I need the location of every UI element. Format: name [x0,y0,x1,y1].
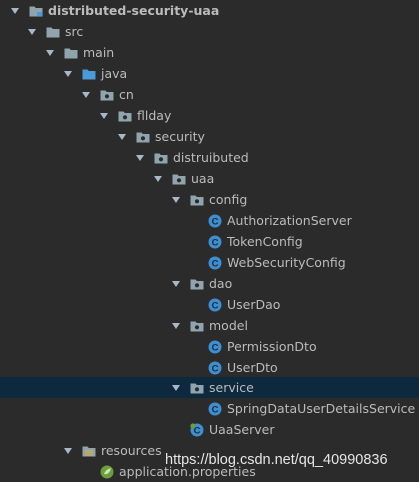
chevron-down-icon[interactable] [171,195,181,205]
class-icon: C [208,298,222,312]
tree-node-label: service [209,380,254,395]
tree-node-label: src [65,24,84,39]
tree-node-label: security [155,129,205,144]
tree-node-label: UserDto [227,360,278,375]
tree-node-label: uaa [191,171,215,186]
module-folder-icon [29,4,43,18]
folder-icon [46,25,60,39]
tree-node-java[interactable]: java [0,63,419,84]
chevron-down-icon[interactable] [27,27,37,37]
package-icon [154,151,168,165]
tree-node-main[interactable]: main [0,42,419,63]
tree-node-label: main [83,45,115,60]
tree-node-root[interactable]: distributed-security-uaa [0,0,419,21]
tree-node-security[interactable]: security [0,126,419,147]
tree-node-permission-dto[interactable]: C PermissionDto [0,336,419,357]
chevron-down-icon[interactable] [171,279,181,289]
tree-node-user-dao[interactable]: C UserDao [0,294,419,315]
chevron-down-icon[interactable] [10,6,20,16]
tree-node-label: java [101,66,128,81]
tree-node-config[interactable]: config [0,189,419,210]
tree-node-web-security-config[interactable]: C WebSecurityConfig [0,252,419,273]
tree-node-cn[interactable]: cn [0,84,419,105]
tree-node-user-dto[interactable]: C UserDto [0,357,419,378]
package-icon [100,88,114,102]
tree-node-label: UaaServer [209,422,275,437]
tree-node-label: AuthorizationServer [227,213,352,228]
tree-node-distruibuted[interactable]: distruibuted [0,147,419,168]
tree-node-label: dao [209,276,233,291]
tree-node-label: resources [101,443,162,458]
package-icon [190,319,204,333]
tree-node-label: cn [119,87,134,102]
tree-node-label: distributed-security-uaa [48,3,220,18]
chevron-down-icon[interactable] [135,153,145,163]
class-icon: C [208,361,222,375]
tree-node-token-config[interactable]: C TokenConfig [0,231,419,252]
chevron-down-icon[interactable] [81,90,91,100]
package-icon [190,193,204,207]
package-icon [190,277,204,291]
tree-node-service[interactable]: service [0,377,419,398]
chevron-down-icon[interactable] [99,111,109,121]
chevron-down-icon[interactable] [171,321,181,331]
class-icon: C [208,402,222,416]
tree-node-uaa-server[interactable]: C UaaServer [0,419,419,440]
class-icon: C [208,214,222,228]
tree-node-spring-data-user-details-service[interactable]: C SpringDataUserDetailsService [0,398,419,419]
svg-text:C: C [212,342,219,353]
tree-node-label: UserDao [227,297,281,312]
class-icon: C [208,340,222,354]
svg-text:C: C [212,237,219,248]
tree-node-label: model [209,318,248,333]
class-icon: C [208,235,222,249]
chevron-down-icon[interactable] [153,174,163,184]
package-icon [190,381,204,395]
svg-text:C: C [212,300,219,311]
svg-text:C: C [212,258,219,269]
package-icon [172,172,186,186]
tree-node-src[interactable]: src [0,21,419,42]
chevron-down-icon[interactable] [45,48,55,58]
watermark: https://blog.csdn.net/qq_40990836 [165,452,388,468]
folder-icon [64,46,78,60]
chevron-down-icon[interactable] [63,69,73,79]
svg-text:C: C [212,363,219,374]
class-icon: C [208,256,222,270]
tree-node-label: WebSecurityConfig [227,255,346,270]
chevron-down-icon[interactable] [63,446,73,456]
resources-folder-icon [82,444,96,458]
tree-node-label: TokenConfig [227,234,303,249]
svg-text:C: C [212,216,219,227]
spring-boot-class-icon: C [190,422,204,437]
tree-node-dao[interactable]: dao [0,273,419,294]
chevron-down-icon[interactable] [117,132,127,142]
package-icon [118,109,132,123]
tree-node-model[interactable]: model [0,315,419,336]
tree-node-authorization-server[interactable]: C AuthorizationServer [0,210,419,231]
project-tool-window: distributed-security-uaa src main java c… [0,0,419,482]
source-folder-icon [82,67,96,81]
tree-node-label: fllday [137,108,172,123]
tree-node-label: config [209,192,248,207]
tree-node-label: PermissionDto [227,339,317,354]
spring-properties-icon [100,465,114,479]
tree-node-label: SpringDataUserDetailsService [227,401,416,416]
tree-node-label: distruibuted [173,150,249,165]
tree-node-uaa[interactable]: uaa [0,168,419,189]
svg-text:C: C [212,404,219,415]
chevron-down-icon[interactable] [171,383,181,393]
package-icon [136,130,150,144]
tree-node-fllday[interactable]: fllday [0,105,419,126]
